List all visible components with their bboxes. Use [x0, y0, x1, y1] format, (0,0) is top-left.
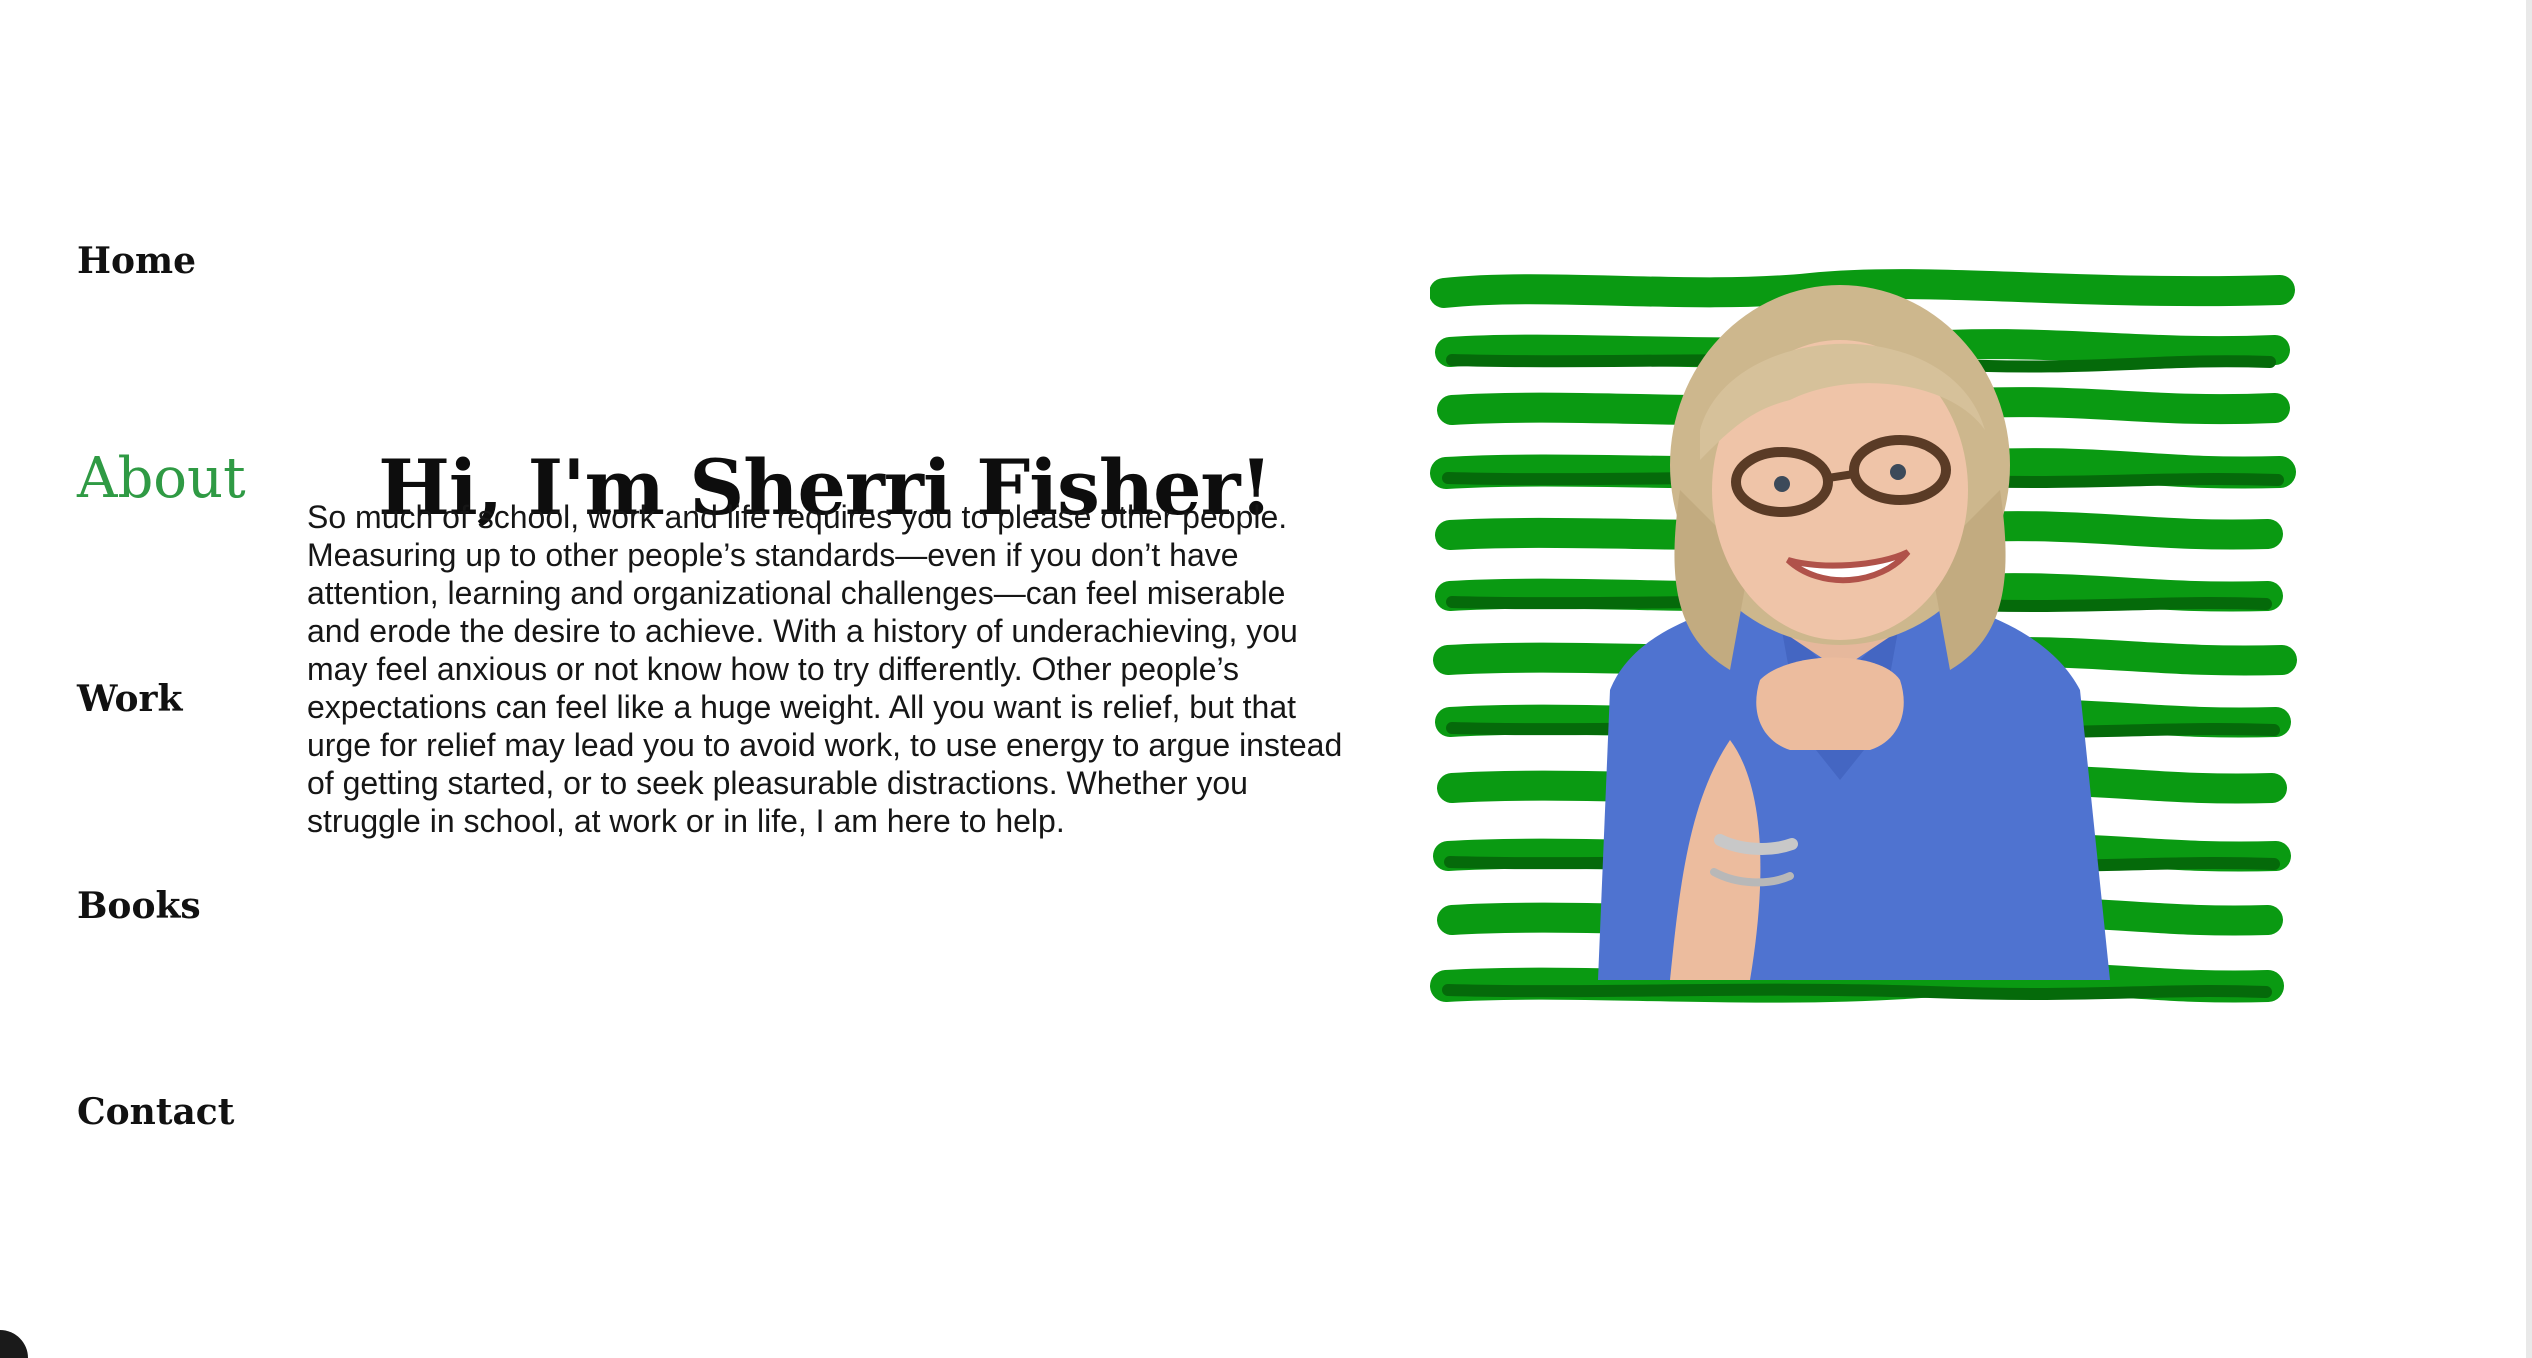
page: Home About Work Books Contact Hi, I'm Sh… [0, 0, 2532, 1358]
nav-work-link[interactable]: Work [77, 678, 182, 720]
window-corner [0, 1330, 28, 1358]
nav-contact-link[interactable]: Contact [77, 1091, 234, 1133]
nav-books-link[interactable]: Books [77, 885, 201, 927]
intro-paragraph: So much of school, work and life require… [307, 499, 1343, 839]
window-edge [2526, 0, 2532, 1358]
nav-home-link[interactable]: Home [77, 240, 196, 282]
portrait-image [1430, 269, 2297, 1003]
nav-about-link[interactable]: About [77, 446, 246, 511]
